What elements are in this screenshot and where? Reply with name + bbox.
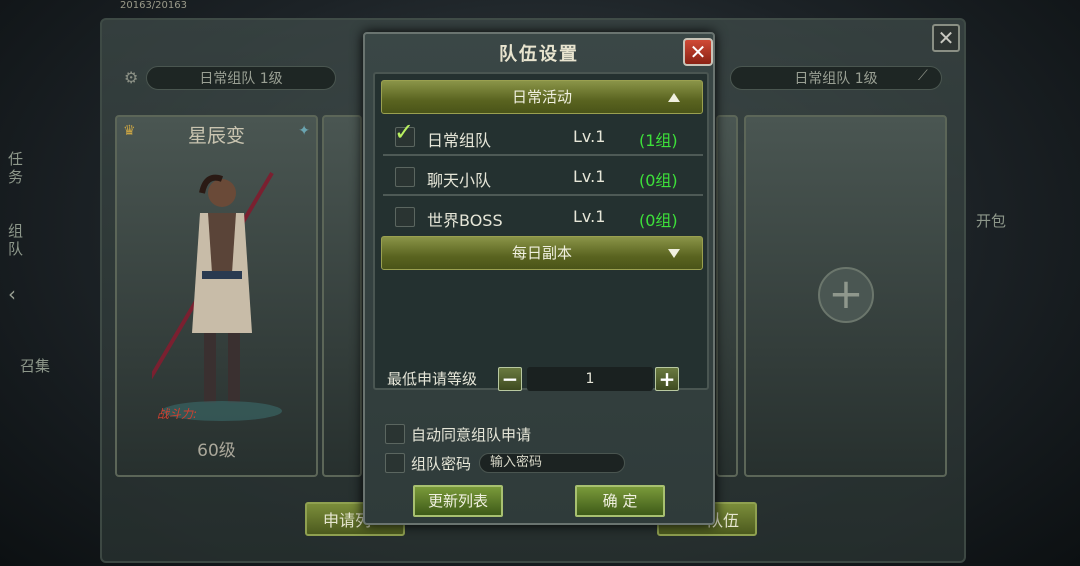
activity-row[interactable]: 聊天小队 Lv.1 (0组)	[383, 158, 703, 196]
hero-level: 60级	[197, 441, 236, 461]
activity-row[interactable]: 世界BOSS Lv.1 (0组)	[383, 198, 703, 236]
activity-level: Lv.1	[573, 127, 606, 146]
activity-row[interactable]: ✓ 日常组队 Lv.1 (1组)	[383, 118, 703, 156]
activity-checkbox[interactable]: ✓	[394, 118, 415, 147]
activity-checkbox[interactable]	[395, 167, 415, 187]
hero-card[interactable]: ♛ ✦ 星辰变 战斗力: 60级	[115, 115, 318, 477]
expand-arrow-icon	[668, 249, 680, 258]
hero-portrait	[152, 171, 282, 421]
auto-accept-label: 自动同意组队申请	[411, 426, 532, 444]
activity-name: 世界BOSS	[427, 211, 503, 230]
member-slot-card[interactable]	[322, 115, 362, 477]
chevron-left-icon[interactable]: ‹	[8, 282, 16, 306]
confirm-button[interactable]: 确 定	[575, 485, 665, 517]
activity-level: Lv.1	[573, 167, 606, 186]
collapse-arrow-icon	[668, 93, 680, 102]
min-level-label: 最低申请等级	[387, 370, 478, 388]
activity-group-count: (1组)	[639, 131, 678, 150]
category-daily-activities[interactable]: 日常活动	[381, 80, 703, 114]
checkmark-icon: ✓	[394, 118, 415, 146]
activity-list: 日常活动 ✓ 日常组队 Lv.1 (1组) 聊天小队 Lv.1 (0组) 世界B…	[373, 72, 709, 390]
team-settings-dialog: 队伍设置 ✕ 日常活动 ✓ 日常组队 Lv.1 (1组) 聊天小队 Lv.1 (…	[363, 32, 715, 525]
password-checkbox[interactable]	[385, 453, 405, 473]
password-input[interactable]: 输入密码	[479, 453, 625, 473]
side-tab-task[interactable]: 任务	[8, 150, 26, 186]
decrease-level-button[interactable]: −	[498, 367, 522, 391]
activity-name: 聊天小队	[427, 171, 492, 190]
hp-text: 20163/20163	[120, 0, 187, 11]
member-slot-card[interactable]	[716, 115, 738, 477]
plus-icon[interactable]: +	[818, 267, 874, 323]
activity-group-count: (0组)	[639, 171, 678, 190]
category-label: 每日副本	[511, 244, 572, 262]
side-tab-team[interactable]: 组队	[8, 222, 26, 258]
activity-group-count: (0组)	[639, 211, 678, 230]
category-label: 日常活动	[511, 88, 572, 106]
close-icon[interactable]: ✕	[932, 24, 960, 52]
brush-icon[interactable]: ⟋	[918, 68, 928, 84]
increase-level-button[interactable]: +	[655, 367, 679, 391]
gear-icon[interactable]: ⚙	[124, 68, 138, 87]
activity-name: 日常组队	[427, 131, 492, 150]
refresh-list-button[interactable]: 更新列表	[413, 485, 503, 517]
category-daily-dungeons[interactable]: 每日副本	[381, 236, 703, 270]
min-level-value[interactable]: 1	[527, 367, 653, 391]
password-label: 组队密码	[411, 455, 472, 473]
team-type-chip-left[interactable]: 日常组队 1级	[146, 66, 336, 90]
team-type-chip-right[interactable]: 日常组队 1级	[730, 66, 942, 90]
power-label: 战斗力:	[157, 407, 198, 421]
hero-name: 星辰变	[187, 125, 245, 147]
auto-accept-checkbox[interactable]	[385, 424, 405, 444]
bag-label[interactable]: 开包	[976, 210, 1006, 231]
side-tab-summon[interactable]: 召集	[20, 355, 50, 376]
activity-level: Lv.1	[573, 207, 606, 226]
close-icon[interactable]: ✕	[683, 38, 713, 66]
activity-checkbox[interactable]	[395, 207, 415, 227]
dialog-title: 队伍设置	[499, 44, 579, 65]
add-member-slot[interactable]: +	[744, 115, 947, 477]
